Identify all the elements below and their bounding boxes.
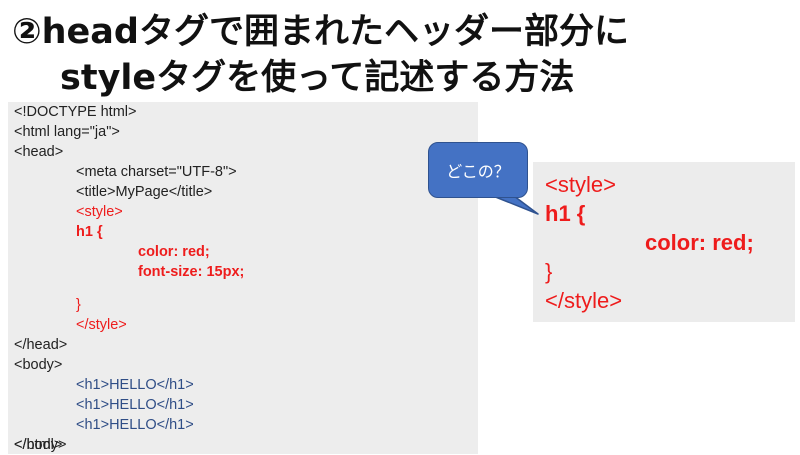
callout-label: どこの？ — [446, 162, 510, 181]
callout-pointer — [492, 195, 539, 215]
question-callout: どこの？ — [428, 142, 528, 198]
